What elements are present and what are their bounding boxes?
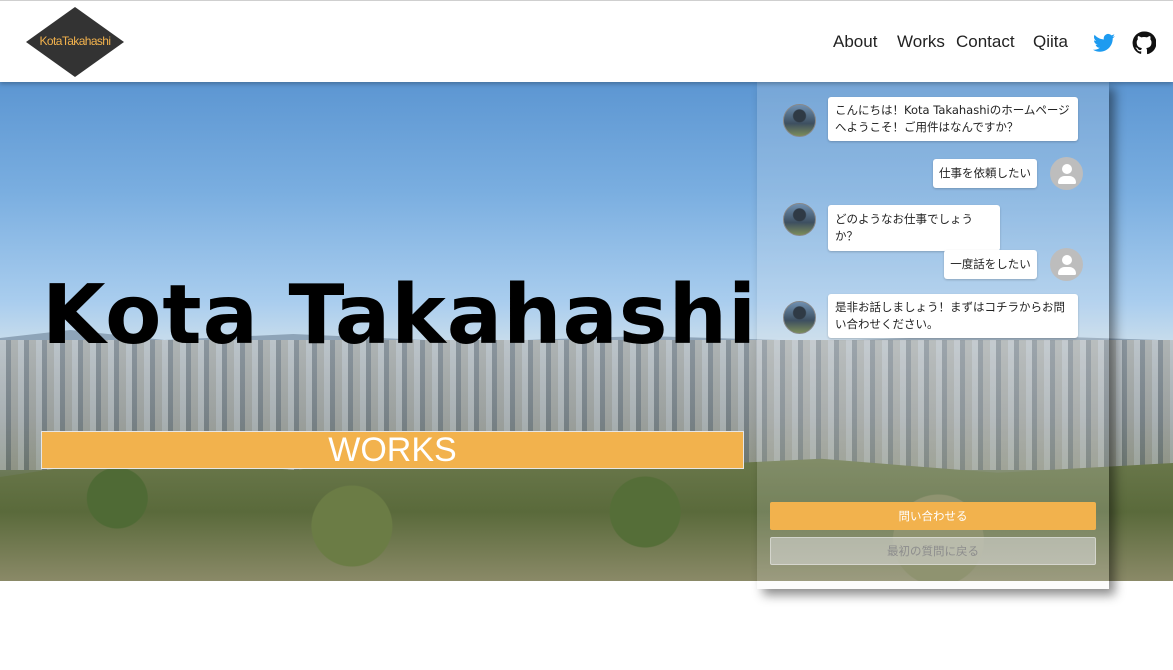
bot-avatar [783, 203, 816, 236]
twitter-icon[interactable] [1092, 31, 1116, 55]
main-nav: About Works Contact Qiita [773, 1, 1173, 83]
nav-about[interactable]: About [833, 32, 877, 52]
nav-qiita[interactable]: Qiita [1033, 32, 1068, 52]
site-header: KotaTakahashi About Works Contact Qiita [0, 0, 1173, 82]
contact-button[interactable]: 問い合わせる [770, 502, 1096, 530]
user-avatar-icon [1050, 248, 1083, 281]
chat-bubble-bot: 是非お話しましょう！まずはコチラからお問い合わせください。 [828, 294, 1078, 338]
back-to-first-question-button[interactable]: 最初の質問に戻る [770, 537, 1096, 565]
nav-works[interactable]: Works [897, 32, 945, 52]
chat-bubble-bot: どのようなお仕事でしょうか？ [828, 205, 1000, 251]
chat-bubble-user: 仕事を依頼したい [933, 159, 1037, 188]
user-avatar-icon [1050, 157, 1083, 190]
site-logo[interactable]: KotaTakahashi [26, 7, 124, 77]
bot-avatar [783, 301, 816, 334]
nav-contact[interactable]: Contact [956, 32, 1015, 52]
github-icon[interactable] [1132, 31, 1157, 55]
works-banner-button[interactable]: WORKS [41, 431, 744, 469]
bot-avatar [783, 104, 816, 137]
chat-bubble-bot: こんにちは！Kota Takahashiのホームページへようこそ！ご用件はなんで… [828, 97, 1078, 141]
chat-bubble-user: 一度話をしたい [944, 250, 1037, 279]
logo-text: KotaTakahashi [39, 34, 112, 48]
chat-panel: こんにちは！Kota Takahashiのホームページへようこそ！ご用件はなんで… [757, 82, 1109, 589]
hero-title: Kota Takahashi [42, 268, 758, 363]
